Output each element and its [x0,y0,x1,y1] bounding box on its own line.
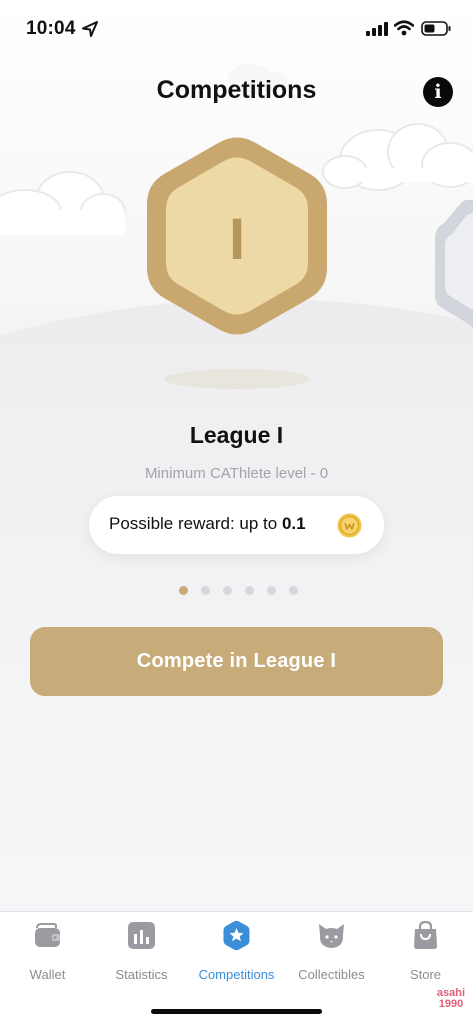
battery-icon [421,21,451,36]
badge-numeral: I [229,207,245,272]
page-dot-active[interactable] [179,586,188,595]
tab-bar: Wallet Statistics Competitions Collectib… [0,911,473,1024]
badge-shadow [164,369,310,389]
tab-label: Statistics [115,967,168,982]
page-dot[interactable] [267,586,276,595]
reward-text: Possible reward: up to 0.1 [109,514,306,534]
home-indicator [151,1009,322,1014]
reward-label: Possible reward: up to [109,514,278,533]
league-badge-icon[interactable]: I [142,136,332,336]
location-arrow-icon [82,21,98,37]
tab-label: Competitions [198,967,275,982]
wallet-icon [35,923,60,947]
cellular-signal-icon [366,22,388,36]
competitions-screen: 10:04 Competitions i I League I Minimum … [0,0,473,1024]
league-name: League I [189,422,284,448]
watermark: asahi 1990 [432,988,470,1010]
tab-store[interactable]: Store [378,920,473,986]
competitions-icon [223,920,250,951]
info-icon: i [434,81,442,103]
page-dot[interactable] [223,586,232,595]
coin-icon [337,513,362,538]
tab-label: Collectibles [298,967,365,982]
shopping-bag-icon [414,920,437,949]
cat-icon [319,924,344,948]
pagination-dots [177,586,307,596]
info-button[interactable]: i [423,77,453,107]
wifi-icon [394,20,414,36]
tab-collectibles[interactable]: Collectibles [284,920,379,986]
page-dot[interactable] [245,586,254,595]
reward-value: 0.1 [281,514,306,533]
tab-statistics[interactable]: Statistics [94,920,189,986]
statistics-icon [128,922,155,949]
tab-competitions[interactable]: Competitions [189,920,284,986]
compete-button[interactable]: Compete in League I [30,627,443,696]
next-league-badge-icon[interactable] [432,200,473,330]
page-dot[interactable] [201,586,210,595]
tab-label: Wallet [29,967,66,982]
watermark-line-2: 1990 [438,998,464,1010]
page-title: Competitions [156,76,317,104]
reward-pill: Possible reward: up to 0.1 [89,496,384,554]
status-time: 10:04 [26,18,76,39]
tab-wallet[interactable]: Wallet [0,920,95,986]
page-dot[interactable] [289,586,298,595]
status-bar: 10:04 [0,0,473,60]
minimum-level-text: Minimum CAThlete level - 0 [144,465,329,482]
tab-label: Store [409,967,442,982]
